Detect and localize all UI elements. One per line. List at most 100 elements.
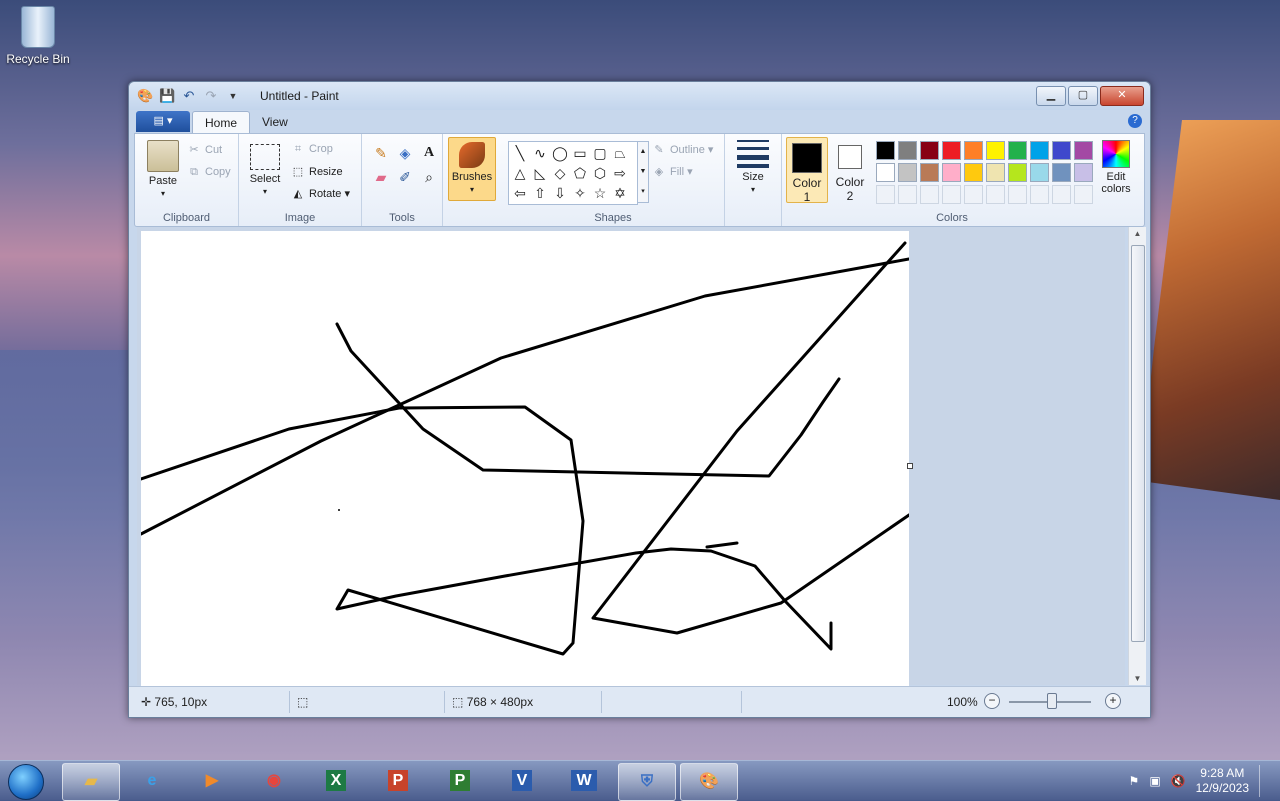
curve-shape-icon[interactable]: ∿: [530, 143, 550, 163]
customize-toolbar-chevron-icon[interactable]: ▼: [225, 88, 241, 104]
custom-color-slot[interactable]: [898, 185, 917, 204]
color-swatch[interactable]: [898, 141, 917, 160]
crop-button[interactable]: ⌗ Crop: [291, 143, 333, 156]
rectangle-shape-icon[interactable]: ▭: [570, 143, 590, 163]
excel-taskbar-icon[interactable]: X: [308, 763, 364, 799]
color-swatch[interactable]: [1074, 141, 1093, 160]
color-swatch[interactable]: [876, 163, 895, 182]
select-button[interactable]: Select ▾: [245, 140, 285, 197]
zoom-out-icon[interactable]: −: [984, 693, 1000, 709]
redo-icon[interactable]: ↷: [203, 88, 219, 104]
hexagon-shape-icon[interactable]: ⬡: [590, 163, 610, 183]
color-picker-icon[interactable]: ✐: [394, 167, 416, 187]
scroll-down-arrow-icon[interactable]: ▼: [1129, 674, 1146, 683]
rotate-button[interactable]: ◭ Rotate ▾: [291, 187, 350, 200]
start-button[interactable]: [8, 764, 44, 800]
action-center-flag-icon[interactable]: ⚑: [1129, 774, 1140, 788]
security-shield-taskbar-icon[interactable]: ⛨: [618, 763, 676, 801]
scroll-up-arrow-icon[interactable]: ▲: [1129, 229, 1146, 238]
tab-view[interactable]: View: [250, 111, 300, 133]
brushes-button[interactable]: Brushes ▾: [448, 137, 496, 201]
minimize-button[interactable]: ▁: [1036, 86, 1066, 106]
title-bar[interactable]: 🎨 💾 ↶ ↷ ▼ Untitled - Paint ▁ ▢ ✕: [129, 82, 1150, 110]
pencil-icon[interactable]: ✎: [370, 143, 392, 163]
eraser-icon[interactable]: ▰: [370, 167, 392, 187]
color-swatch[interactable]: [942, 163, 961, 182]
cut-button[interactable]: ✂ Cut: [187, 143, 222, 156]
rounded-rectangle-shape-icon[interactable]: ▢: [590, 143, 610, 163]
custom-color-slot[interactable]: [986, 185, 1005, 204]
down-arrow-shape-icon[interactable]: ⇩: [550, 183, 570, 203]
color2-button[interactable]: Color 2: [830, 137, 870, 203]
chrome-taskbar-icon[interactable]: ◉: [246, 763, 302, 799]
right-arrow-shape-icon[interactable]: ⇨: [610, 163, 630, 183]
close-button[interactable]: ✕: [1100, 86, 1144, 106]
drawing-canvas[interactable]: [139, 231, 911, 686]
oval-shape-icon[interactable]: ◯: [550, 143, 570, 163]
size-button[interactable]: Size ▾: [731, 140, 775, 195]
color-swatch[interactable]: [942, 141, 961, 160]
up-arrow-shape-icon[interactable]: ⇧: [530, 183, 550, 203]
triangle-shape-icon[interactable]: △: [510, 163, 530, 183]
color-swatch[interactable]: [1074, 163, 1093, 182]
word-taskbar-icon[interactable]: W: [556, 763, 612, 799]
color-swatch[interactable]: [986, 141, 1005, 160]
show-desktop-button[interactable]: [1259, 765, 1270, 797]
color-swatch[interactable]: [1008, 141, 1027, 160]
paint-menu-button[interactable]: ▤ ▾: [136, 111, 190, 132]
shapes-gallery[interactable]: ╲ ∿ ◯ ▭ ▢ ⏢ △ ◺ ◇ ⬠ ⬡ ⇨ ⇦ ⇧ ⇩ ✧ ☆ ✡: [508, 141, 638, 205]
five-point-star-shape-icon[interactable]: ☆: [590, 183, 610, 203]
help-icon[interactable]: ?: [1128, 114, 1142, 128]
vertical-scrollbar[interactable]: ▲ ▼: [1128, 227, 1146, 685]
color-swatch[interactable]: [1052, 141, 1071, 160]
color-swatch[interactable]: [1008, 163, 1027, 182]
color-swatch[interactable]: [876, 141, 895, 160]
color-swatch[interactable]: [1030, 141, 1049, 160]
internet-explorer-taskbar-icon[interactable]: e: [124, 763, 180, 799]
outline-button[interactable]: ✎ Outline ▾: [652, 143, 713, 156]
custom-color-slot[interactable]: [1008, 185, 1027, 204]
project-taskbar-icon[interactable]: P: [432, 763, 488, 799]
zoom-in-icon[interactable]: +: [1105, 693, 1121, 709]
paint-taskbar-icon[interactable]: 🎨: [680, 763, 738, 801]
color-swatch[interactable]: [964, 141, 983, 160]
six-point-star-shape-icon[interactable]: ✡: [610, 183, 630, 203]
undo-icon[interactable]: ↶: [181, 88, 197, 104]
right-triangle-shape-icon[interactable]: ◺: [530, 163, 550, 183]
canvas-resize-handle-right[interactable]: [907, 463, 913, 469]
paste-button[interactable]: Paste ▾: [143, 140, 183, 199]
four-point-star-shape-icon[interactable]: ✧: [570, 183, 590, 203]
custom-color-slot[interactable]: [920, 185, 939, 204]
visio-taskbar-icon[interactable]: V: [494, 763, 550, 799]
diamond-shape-icon[interactable]: ◇: [550, 163, 570, 183]
text-tool-icon[interactable]: A: [418, 143, 440, 163]
color-swatch[interactable]: [920, 141, 939, 160]
explorer-taskbar-icon[interactable]: ▰: [62, 763, 120, 801]
edit-colors-button[interactable]: Edit colors: [1092, 140, 1140, 195]
color1-button[interactable]: Color 1: [786, 137, 828, 204]
shapes-gallery-scroll[interactable]: ▲ ▼ ▾: [637, 141, 649, 203]
magnifier-icon[interactable]: ⌕: [418, 167, 440, 187]
polygon-shape-icon[interactable]: ⏢: [610, 143, 630, 163]
network-icon[interactable]: ▣: [1149, 774, 1160, 788]
color-swatch[interactable]: [920, 163, 939, 182]
custom-color-slot[interactable]: [964, 185, 983, 204]
color-swatch[interactable]: [898, 163, 917, 182]
fill-bucket-icon[interactable]: ◈: [394, 143, 416, 163]
custom-color-slot[interactable]: [876, 185, 895, 204]
custom-color-slot[interactable]: [942, 185, 961, 204]
resize-button[interactable]: ⬚ Resize: [291, 165, 343, 178]
custom-color-slot[interactable]: [1052, 185, 1071, 204]
paint-app-icon[interactable]: 🎨: [137, 88, 153, 104]
scroll-thumb[interactable]: [1131, 245, 1145, 642]
line-shape-icon[interactable]: ╲: [510, 143, 530, 163]
custom-color-slot[interactable]: [1074, 185, 1093, 204]
custom-color-slot[interactable]: [1030, 185, 1049, 204]
color-swatch[interactable]: [964, 163, 983, 182]
copy-button[interactable]: ⧉ Copy: [187, 166, 231, 179]
left-arrow-shape-icon[interactable]: ⇦: [510, 183, 530, 203]
maximize-button[interactable]: ▢: [1068, 86, 1098, 106]
pentagon-shape-icon[interactable]: ⬠: [570, 163, 590, 183]
powerpoint-taskbar-icon[interactable]: P: [370, 763, 426, 799]
fill-button[interactable]: ◈ Fill ▾: [652, 165, 693, 178]
